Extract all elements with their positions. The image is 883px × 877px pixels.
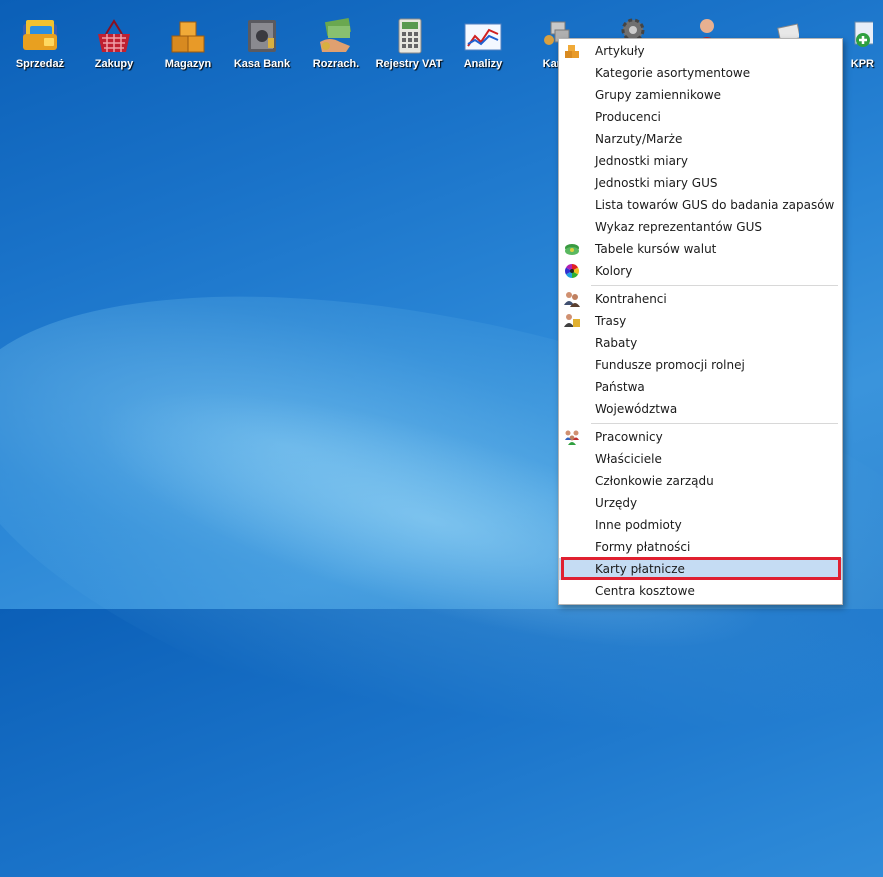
toolbar-sprzedaz[interactable]: Sprzedaż <box>5 12 75 70</box>
menu-item-centra-kosztowe[interactable]: Centra kosztowe <box>559 580 842 602</box>
menu-item-wykaz-reprezentantow-gus[interactable]: Wykaz reprezentantów GUS <box>559 216 842 238</box>
people-icon <box>564 291 580 307</box>
toolbar-label: Kasa Bank <box>233 58 291 70</box>
menu-item-czlonkowie-zarzadu[interactable]: Członkowie zarządu <box>559 470 842 492</box>
menu-item-grupy-zamiennikowe[interactable]: Grupy zamiennikowe <box>559 84 842 106</box>
menu-item-label: Rabaty <box>595 336 638 350</box>
menu-item-label: Kolory <box>595 264 633 278</box>
menu-item-label: Fundusze promocji rolnej <box>595 358 745 372</box>
wallet-cards-icon <box>20 16 60 56</box>
route-people-icon <box>564 313 580 329</box>
menu-item-label: Tabele kursów walut <box>595 242 717 256</box>
menu-item-label: Inne podmioty <box>595 518 682 532</box>
toolbar-rozrach[interactable]: Rozrach. <box>301 12 371 70</box>
menu-separator <box>591 285 838 286</box>
toolbar-label: Sprzedaż <box>15 58 65 70</box>
boxes-icon <box>564 43 580 59</box>
toolbar-analizy[interactable]: Analizy <box>448 12 518 70</box>
menu-item-label: Jednostki miary GUS <box>595 176 718 190</box>
menu-item-wojewodztwa[interactable]: Województwa <box>559 398 842 420</box>
toolbar-label: Analizy <box>463 58 503 70</box>
chart-icon <box>463 16 503 56</box>
menu-item-kontrahenci[interactable]: Kontrahenci <box>559 288 842 310</box>
menu-item-rabaty[interactable]: Rabaty <box>559 332 842 354</box>
menu-item-label: Artykuły <box>595 44 645 58</box>
menu-item-label: Trasy <box>595 314 627 328</box>
menu-item-narzuty-marze[interactable]: Narzuty/Marże <box>559 128 842 150</box>
menu-item-wlasciciele[interactable]: Właściciele <box>559 448 842 470</box>
menu-item-label: Grupy zamiennikowe <box>595 88 722 102</box>
menu-item-panstwa[interactable]: Państwa <box>559 376 842 398</box>
toolbar-rejestry-vat[interactable]: Rejestry VAT <box>374 12 444 70</box>
menu-item-label: Jednostki miary <box>595 154 688 168</box>
safe-icon <box>242 16 282 56</box>
boxes-icon <box>168 16 208 56</box>
menu-item-urzedy[interactable]: Urzędy <box>559 492 842 514</box>
shopping-basket-icon <box>94 16 134 56</box>
menu-item-trasy[interactable]: Trasy <box>559 310 842 332</box>
menu-item-inne-podmioty[interactable]: Inne podmioty <box>559 514 842 536</box>
menu-separator <box>591 423 838 424</box>
menu-item-label: Wykaz reprezentantów GUS <box>595 220 763 234</box>
calculator-icon <box>389 16 429 56</box>
toolbar-label: Magazyn <box>164 58 212 70</box>
toolbar-zakupy[interactable]: Zakupy <box>79 12 149 70</box>
menu-item-fundusze-promocji-rolnej[interactable]: Fundusze promocji rolnej <box>559 354 842 376</box>
toolbar-label: Zakupy <box>94 58 134 70</box>
menu-item-tabele-kursow-walut[interactable]: Tabele kursów walut <box>559 238 842 260</box>
menu-item-label: Kategorie asortymentowe <box>595 66 751 80</box>
menu-item-lista-towarow-gus[interactable]: Lista towarów GUS do badania zapasów <box>559 194 842 216</box>
menu-item-kategorie-asortymentowe[interactable]: Kategorie asortymentowe <box>559 62 842 84</box>
kartoteki-dropdown-menu: Artykuły Kategorie asortymentowe Grupy z… <box>558 38 843 605</box>
toolbar-label: Rozrach. <box>312 58 360 70</box>
toolbar-magazyn[interactable]: Magazyn <box>153 12 223 70</box>
menu-item-kolory[interactable]: Kolory <box>559 260 842 282</box>
menu-item-label: Kontrahenci <box>595 292 667 306</box>
menu-item-label: Producenci <box>595 110 661 124</box>
menu-item-label: Lista towarów GUS do badania zapasów <box>595 198 835 212</box>
menu-item-label: Województwa <box>595 402 678 416</box>
menu-item-jednostki-miary[interactable]: Jednostki miary <box>559 150 842 172</box>
menu-item-label: Centra kosztowe <box>595 584 695 598</box>
menu-item-label: Właściciele <box>595 452 662 466</box>
menu-item-label: Urzędy <box>595 496 638 510</box>
color-wheel-icon <box>564 263 580 279</box>
menu-item-label: Pracownicy <box>595 430 663 444</box>
menu-item-pracownicy[interactable]: Pracownicy <box>559 426 842 448</box>
currency-icon <box>564 241 580 257</box>
menu-item-label: Państwa <box>595 380 645 394</box>
highlight-annotation <box>561 557 841 580</box>
menu-item-artykuly[interactable]: Artykuły <box>559 40 842 62</box>
toolbar-kasa-bank[interactable]: Kasa Bank <box>227 12 297 70</box>
menu-item-label: Narzuty/Marże <box>595 132 683 146</box>
menu-item-jednostki-miary-gus[interactable]: Jednostki miary GUS <box>559 172 842 194</box>
toolbar-label: Rejestry VAT <box>375 58 443 70</box>
menu-item-label: Członkowie zarządu <box>595 474 714 488</box>
menu-item-producenci[interactable]: Producenci <box>559 106 842 128</box>
menu-item-formy-platnosci[interactable]: Formy płatności <box>559 536 842 558</box>
money-hand-icon <box>316 16 356 56</box>
workers-icon <box>564 429 580 445</box>
menu-item-label: Formy płatności <box>595 540 691 554</box>
